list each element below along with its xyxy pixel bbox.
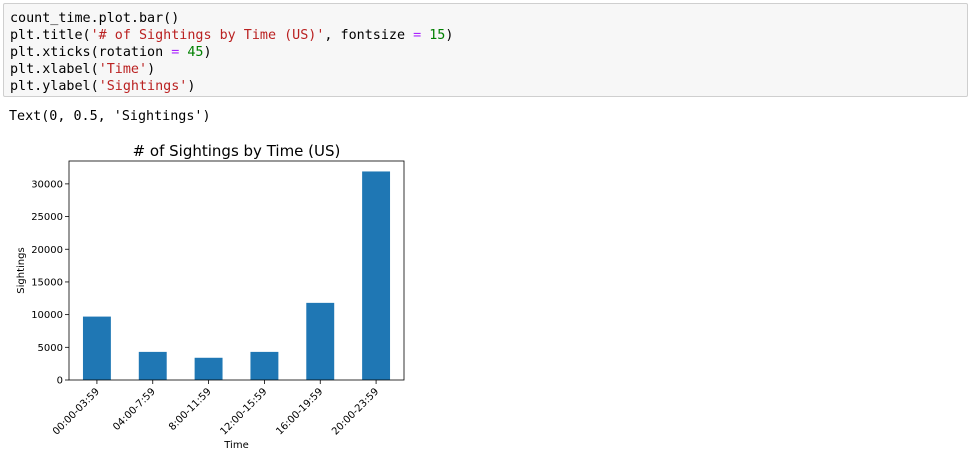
code-token: ) bbox=[445, 28, 454, 43]
x-tick-label: 16:00-19:59 bbox=[274, 386, 325, 437]
bar bbox=[306, 302, 335, 380]
code-line: plt.ylabel('Sightings') bbox=[10, 79, 195, 94]
y-axis-label: Sightings bbox=[16, 247, 27, 293]
code-token: plt.ylabel( bbox=[10, 79, 99, 94]
bar bbox=[362, 171, 391, 380]
plot-frame bbox=[68, 160, 405, 381]
x-tick-label: 8:00-11:59 bbox=[167, 386, 214, 433]
y-tick-label: 20000 bbox=[31, 245, 63, 256]
code-token-str: '# of Sightings by Time (US)' bbox=[90, 28, 325, 43]
code-token: , fontsize bbox=[324, 28, 414, 43]
x-tick-label: 20:00-23:59 bbox=[330, 386, 381, 437]
code-token: plt.title( bbox=[10, 28, 91, 43]
code-token: ) bbox=[203, 45, 212, 60]
bar bbox=[194, 357, 223, 380]
code-token-op: = bbox=[413, 28, 422, 43]
bar bbox=[250, 351, 279, 380]
y-tick-label: 10000 bbox=[31, 310, 63, 321]
code-token: count_time.plot.bar() bbox=[10, 11, 180, 26]
code-token-num: 15 bbox=[429, 28, 446, 43]
x-tick-label: 12:00-15:59 bbox=[218, 386, 269, 437]
code-token: ) bbox=[187, 79, 196, 94]
code-token: ) bbox=[147, 62, 156, 77]
code-line: plt.title('# of Sightings by Time (US)',… bbox=[10, 28, 453, 43]
bar-chart: # of Sightings by Time (US) 00:00-03:59 04… bbox=[16, 142, 405, 451]
y-tick-label: 30000 bbox=[31, 179, 63, 190]
bar bbox=[82, 316, 111, 380]
code-line: plt.xticks(rotation = 45) bbox=[10, 45, 212, 60]
x-tick-label: 04:00-7:59 bbox=[111, 386, 158, 433]
code-editor[interactable]: count_time.plot.bar() plt.title('# of Si… bbox=[10, 10, 453, 95]
code-token-str: 'Time' bbox=[98, 62, 148, 77]
x-tick-label: 00:00-03:59 bbox=[51, 386, 102, 437]
code-token: plt.xticks(rotation bbox=[10, 45, 172, 60]
x-axis-label: Time bbox=[223, 440, 248, 451]
y-tick-label: 25000 bbox=[31, 212, 63, 223]
code-token-num: 45 bbox=[187, 45, 204, 60]
bar bbox=[138, 351, 167, 380]
code-token: plt.xlabel( bbox=[10, 62, 99, 77]
code-line: count_time.plot.bar() bbox=[10, 11, 179, 26]
y-tick-label: 0 bbox=[57, 376, 63, 387]
code-token-str: 'Sightings' bbox=[98, 79, 188, 94]
code-cell-input[interactable]: count_time.plot.bar() plt.title('# of Si… bbox=[3, 3, 968, 97]
y-tick-label: 5000 bbox=[38, 343, 63, 354]
y-tick-label: 15000 bbox=[31, 277, 63, 288]
chart-title: # of Sightings by Time (US) bbox=[133, 142, 341, 160]
cell-output-text: Text(0, 0.5, 'Sightings') bbox=[9, 109, 211, 124]
code-line: plt.xlabel('Time') bbox=[10, 62, 155, 77]
